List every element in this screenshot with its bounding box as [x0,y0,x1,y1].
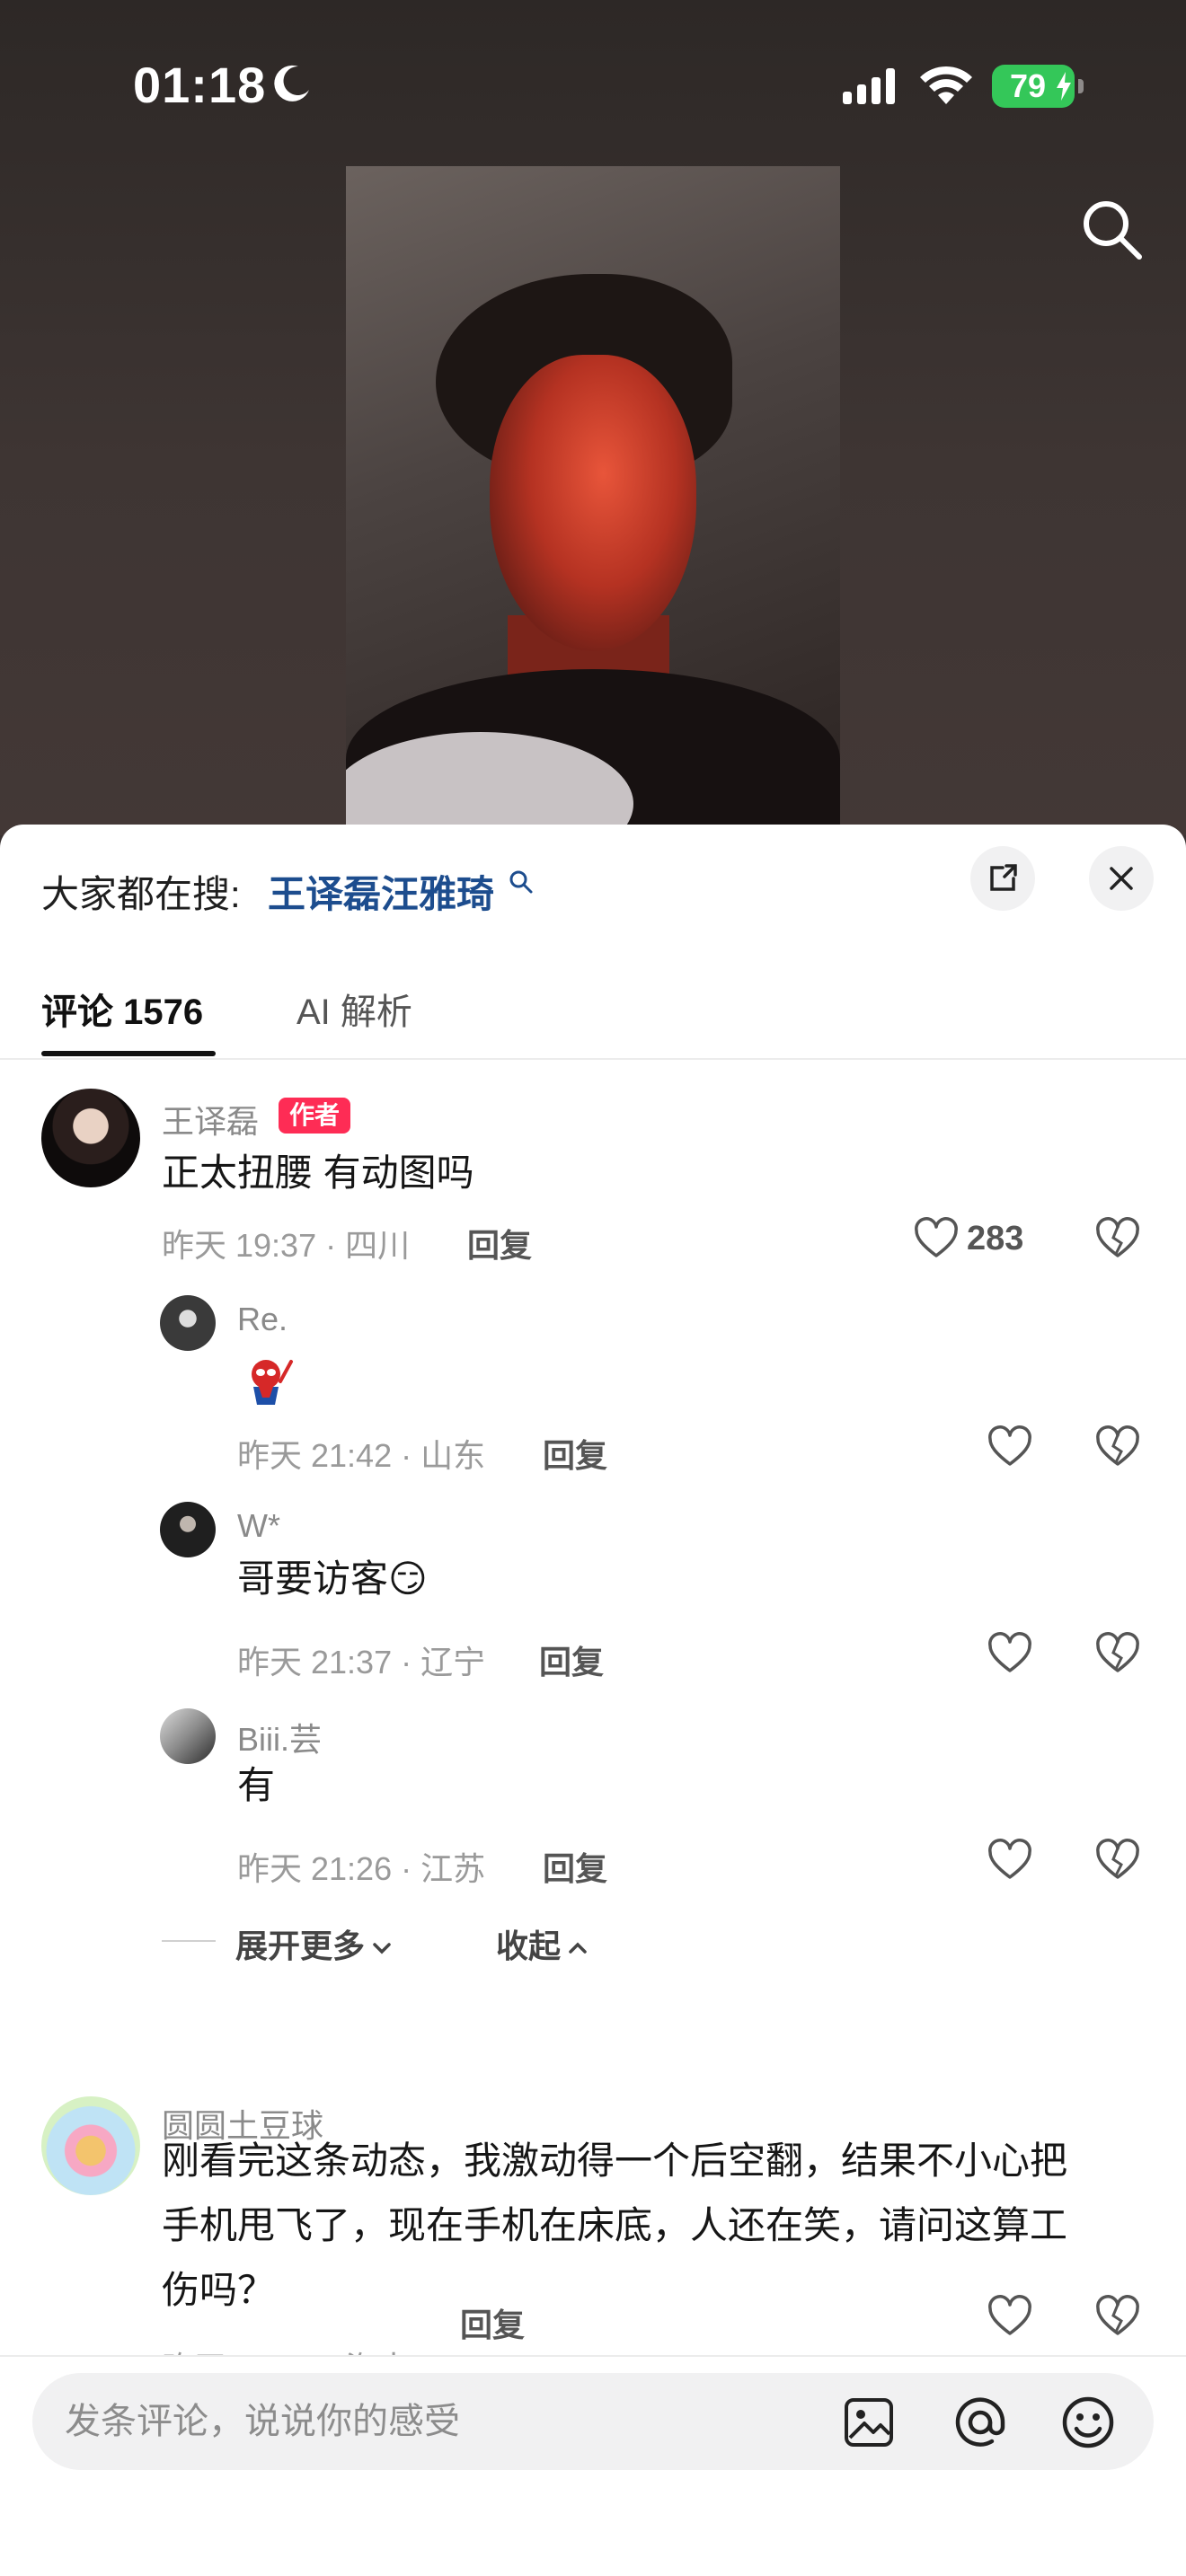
avatar[interactable] [41,2096,140,2195]
reply-button[interactable]: 回复 [543,1430,607,1477]
comment-input-bar [0,2355,1186,2576]
comment-text: 正太扭腰 有动图吗 [162,1151,474,1194]
divider [162,1940,216,1942]
reply-meta: 昨天 21:42 · 山东 [237,1437,486,1474]
close-icon [1110,867,1133,890]
expand-icon [990,864,1017,891]
spiderman-sticker-icon [252,1360,293,1405]
broken-heart-icon[interactable] [1094,1425,1141,1471]
trending-search-bar: 大家都在搜: 王译磊汪雅琦 [0,825,1186,957]
chevron-down-icon [373,1943,391,1954]
status-time: 01:18 [133,57,267,113]
broken-heart-icon[interactable] [1094,2294,1141,2341]
heart-icon[interactable] [987,1631,1033,1678]
battery-level: 79 [1009,67,1047,104]
moon-icon [274,65,309,101]
image-icon[interactable] [843,2396,895,2448]
comment-text-line-1: 刚看完这条动态，我激动得一个后空翻，结果不小心把 [162,2139,1068,2182]
avatar[interactable] [160,1502,216,1557]
video-thumbnail[interactable] [346,166,840,835]
reply-text: 哥要访客😏 [237,1557,428,1600]
reply-button[interactable]: 回复 [539,1636,604,1683]
reply-meta: 昨天 21:26 · 江苏 [237,1850,486,1887]
expand-button[interactable] [970,846,1035,911]
avatar[interactable] [160,1708,216,1764]
trending-label: 大家都在搜: [41,873,241,915]
comment-tabs: 评论 1576 AI 解析 [0,957,1186,1060]
reply-button[interactable]: 回复 [467,1220,532,1266]
avatar[interactable] [41,1089,140,1187]
comment-input[interactable] [65,2373,837,2470]
broken-heart-icon[interactable] [1094,1838,1141,1884]
author-badge: 作者 [279,1098,351,1134]
trending-query-link[interactable]: 王译磊汪雅琦 [268,864,494,919]
avatar[interactable] [160,1295,216,1351]
expand-more-button[interactable]: 展开更多 [235,1920,394,1967]
heart-icon[interactable] [987,2294,1033,2341]
broken-heart-icon[interactable] [1094,1631,1141,1678]
active-tab-indicator [41,1051,216,1056]
heart-icon[interactable] [987,1425,1033,1471]
collapse-label: 收起 [496,1928,562,1964]
magnifier-icon[interactable] [509,869,534,895]
comment-input-container[interactable] [32,2373,1154,2470]
at-icon[interactable] [952,2395,1008,2450]
video-area[interactable]: 01:18 79 [0,0,1186,835]
comment-username[interactable]: 王译磊 [162,1096,259,1142]
reply-text: 有 [237,1764,276,1806]
comment-item: 王译磊 作者 正太扭腰 有动图吗 昨天 19:37 · 四川 回复 283 Re… [0,1062,1186,2032]
close-button[interactable] [1089,846,1154,911]
comment-text-line-2: 手机甩飞了，现在手机在床底，人还在笑，请问这算工 [162,2204,1068,2246]
comment-list[interactable]: 王译磊 作者 正太扭腰 有动图吗 昨天 19:37 · 四川 回复 283 Re… [0,1062,1186,2355]
tab-ai-analysis[interactable]: AI 解析 [296,983,412,1035]
wifi-icon [920,66,972,104]
broken-heart-icon[interactable] [1094,1216,1141,1263]
like-count: 283 [967,1220,1024,1257]
heart-icon[interactable] [987,1838,1033,1884]
reply-button[interactable]: 回复 [460,2299,525,2346]
reply-button[interactable]: 回复 [543,1843,607,1890]
reply-username[interactable]: W* [237,1507,280,1545]
emoji-icon[interactable] [1060,2395,1116,2450]
status-bar: 01:18 79 [0,0,1186,171]
reply-username[interactable]: Re. [237,1301,288,1338]
comment-meta: 昨天 19:37 · 四川 [162,1227,411,1264]
search-icon[interactable] [1078,196,1145,262]
chevron-up-icon [569,1943,587,1954]
comment-2-action-row: 回复 [0,2289,1186,2351]
heart-icon[interactable] [913,1216,960,1263]
signal-icon [843,68,895,104]
bolt-icon [1057,72,1071,101]
battery-indicator: 79 [992,65,1084,108]
reply-meta: 昨天 21:37 · 辽宁 [237,1644,486,1681]
collapse-button[interactable]: 收起 [496,1920,589,1967]
expand-more-label: 展开更多 [235,1928,366,1964]
replies-controls: 展开更多 收起 [0,1915,1186,1969]
tab-comments[interactable]: 评论 1576 [41,983,203,1035]
